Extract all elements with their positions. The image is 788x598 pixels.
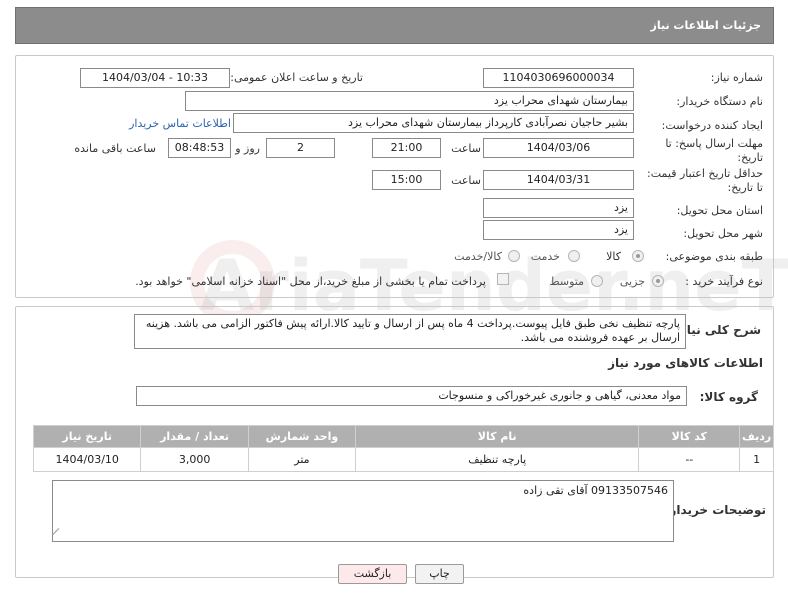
cell-quantity: 3,000: [140, 447, 249, 472]
remaining-time-field: 08:48:53: [168, 138, 231, 158]
col-header-unit: واحد شمارش: [247, 425, 357, 448]
days-label: روز و: [235, 142, 260, 155]
announce-field: 1404/03/04 - 10:33: [80, 68, 230, 88]
reply-time-label: ساعت: [451, 142, 481, 155]
price-time-field: 15:00: [372, 170, 441, 190]
description-textarea[interactable]: پارچه تنظیف نخی طبق فایل پیوست.پرداخت 4 …: [134, 314, 686, 349]
price-validity-label: حداقل تاریخ اعتبار قیمت: تا تاریخ:: [638, 167, 763, 195]
category-radio-service[interactable]: [568, 250, 580, 262]
process-option-medium: متوسط: [549, 275, 584, 288]
cell-row-number: 1: [739, 447, 774, 472]
process-radio-minor[interactable]: [652, 275, 664, 287]
back-button[interactable]: بازگشت: [338, 564, 407, 584]
reply-deadline-label: مهلت ارسال پاسخ: تا تاریخ:: [643, 137, 763, 165]
announce-label: تاریخ و ساعت اعلان عمومی:: [230, 71, 363, 84]
price-validity-label-text: حداقل تاریخ اعتبار قیمت: تا تاریخ:: [647, 167, 763, 194]
province-field: یزد: [483, 198, 634, 218]
goods-group-field: مواد معدنی، گیاهی و جانوری غیرخوراکی و م…: [136, 386, 687, 406]
category-option-service: خدمت: [530, 250, 560, 263]
col-header-item-name: نام کالا: [355, 425, 640, 448]
description-label: شرح کلی نیاز:: [675, 323, 761, 337]
goods-group-label: گروه کالا:: [699, 390, 758, 404]
reply-time-field: 21:00: [372, 138, 441, 158]
table-row: 1 -- پارچه تنظیف متر 3,000 1404/03/10: [32, 447, 774, 472]
page-title: جزئیات اطلاعات نیاز: [650, 19, 762, 32]
cell-item-code: --: [638, 447, 741, 472]
payment-note: پرداخت تمام یا بخشی از مبلغ خرید،از محل …: [135, 275, 486, 288]
requester-label: ایجاد کننده درخواست:: [661, 119, 763, 132]
process-radio-medium[interactable]: [591, 275, 603, 287]
col-header-row-number: ردیف: [739, 425, 774, 448]
category-option-goods: کالا: [606, 250, 621, 263]
goods-section-title: اطلاعات کالاهای مورد نیاز: [608, 356, 763, 370]
col-header-need-date: تاریخ نیاز: [32, 425, 142, 448]
category-label: طبقه بندی موضوعی:: [665, 250, 763, 263]
reply-date-field: 1404/03/06: [483, 138, 634, 158]
buyer-notes-textarea[interactable]: 09133507546 آقای تقی زاده: [52, 480, 674, 542]
buyer-org-label: نام دستگاه خریدار:: [676, 95, 763, 108]
category-radio-goods[interactable]: [632, 250, 644, 262]
need-number-field: 1104030696000034: [483, 68, 634, 88]
reply-deadline-label-text: مهلت ارسال پاسخ: تا تاریخ:: [665, 137, 763, 164]
remaining-label: ساعت باقی مانده: [74, 142, 156, 155]
price-time-label: ساعت: [451, 174, 481, 187]
category-radio-goods-service[interactable]: [508, 250, 520, 262]
buyer-notes-label: توضیحات خریدار:: [664, 503, 766, 517]
col-header-quantity: تعداد / مقدار: [140, 425, 249, 448]
city-field: یزد: [483, 220, 634, 240]
treasury-payment-checkbox[interactable]: [497, 273, 509, 285]
items-table-header-row: ردیف کد کالا نام کالا واحد شمارش تعداد /…: [32, 425, 774, 448]
category-option-goods-service: کالا/خدمت: [454, 250, 502, 263]
items-table: ردیف کد کالا نام کالا واحد شمارش تعداد /…: [32, 425, 774, 472]
process-option-minor: جزیی: [619, 275, 645, 288]
cell-unit: متر: [247, 447, 357, 472]
cell-item-name: پارچه تنظیف: [355, 447, 640, 472]
requester-field: بشیر حاجیان نصرآبادی کارپرداز بیمارستان …: [233, 113, 634, 133]
price-date-field: 1404/03/31: [483, 170, 634, 190]
contact-info-link[interactable]: اطلاعات تماس خریدار: [129, 117, 231, 130]
days-field: 2: [266, 138, 335, 158]
province-label: استان محل تحویل:: [676, 204, 763, 217]
buyer-org-field: بیمارستان شهدای محراب یزد: [185, 91, 634, 111]
process-label: نوع فرآیند خرید :: [685, 275, 763, 288]
cell-need-date: 1404/03/10: [32, 447, 142, 472]
need-number-label: شماره نیاز:: [710, 71, 763, 84]
print-button[interactable]: چاپ: [415, 564, 464, 584]
page-header: جزئیات اطلاعات نیاز: [15, 7, 774, 44]
city-label: شهر محل تحویل:: [683, 227, 763, 240]
col-header-item-code: کد کالا: [638, 425, 741, 448]
